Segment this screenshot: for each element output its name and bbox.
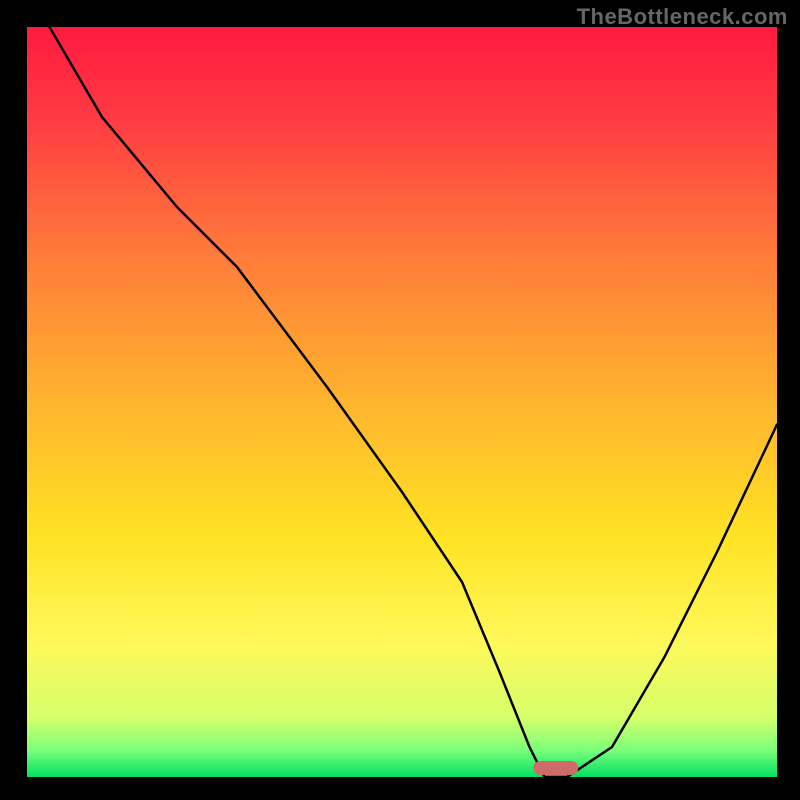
watermark-text: TheBottleneck.com (577, 4, 788, 30)
optimal-marker (533, 761, 578, 775)
chart-svg (0, 0, 800, 800)
plot-area-background (27, 27, 777, 777)
chart-container: { "watermark": "TheBottleneck.com", "cha… (0, 0, 800, 800)
